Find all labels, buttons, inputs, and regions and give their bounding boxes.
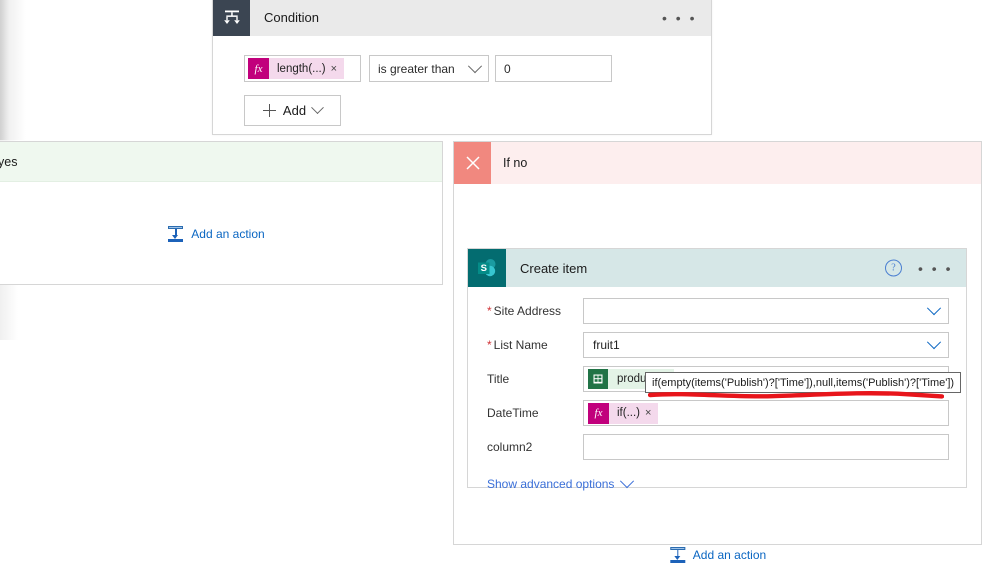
sharepoint-icon: S [468,249,506,287]
form-row-column2: column2 [477,434,949,460]
insert-step-icon [669,546,686,563]
svg-text:S: S [481,263,487,274]
chevron-down-icon [620,474,635,489]
condition-value-input[interactable]: 0 [495,55,612,82]
datetime-input[interactable]: fx if(...) × [583,400,949,426]
close-x-icon [454,142,491,184]
fx-icon: fx [588,402,609,424]
help-icon[interactable]: ? [885,259,903,277]
site-address-dropdown[interactable] [583,298,949,324]
create-item-header: S Create item ? • • • [468,249,966,287]
list-name-label: * List Name [487,338,548,352]
yes-branch-body: Add an action [0,182,442,285]
condition-expression-row: fx length(...) × is greater than 0 [244,55,711,82]
expression-tooltip: if(empty(items('Publish')?['Time']),null… [645,372,962,393]
create-item-ellipsis-icon[interactable]: • • • [918,261,953,275]
yes-branch-header: yes [0,142,442,182]
yes-add-an-action-button[interactable]: Add an action [167,225,265,242]
ifno-branch-header: If no [454,142,981,184]
yes-branch-label: yes [0,154,18,169]
datetime-label: DateTime [487,406,539,420]
insert-step-icon [167,225,184,242]
datetime-token[interactable]: fx if(...) × [588,402,659,424]
condition-operator-label: is greater than [378,61,455,76]
fx-icon: fx [248,58,269,79]
condition-add-label: Add [282,103,307,118]
ifno-branch-label: If no [503,156,528,170]
chevron-down-icon [467,58,483,73]
form-row-list-name: * List Name fruit1 [477,332,949,358]
condition-title: Condition [264,10,319,25]
condition-left-token-text: length(...) [277,62,326,75]
condition-card: Condition • • • fx length(...) × is grea… [212,0,712,135]
canvas-left-shadow [0,0,26,140]
ifno-branch-body: S Create item ? • • • * Site Address * L… [454,184,981,563]
site-address-label: * Site Address [487,304,562,318]
condition-ellipsis-icon[interactable]: • • • [662,11,697,25]
yes-add-an-action-label: Add an action [191,226,265,241]
ifno-add-an-action-label: Add an action [692,547,767,562]
ifno-add-an-action-button[interactable]: Add an action [669,546,766,563]
condition-add-button[interactable]: Add [244,95,341,126]
condition-operator-dropdown[interactable]: is greater than [369,55,489,82]
column2-label: column2 [487,440,533,454]
list-name-value: fruit1 [593,338,620,352]
chevron-down-icon [926,301,942,316]
close-icon[interactable]: × [331,63,344,75]
show-advanced-options-label: Show advanced options [487,477,615,491]
chevron-down-icon [311,101,324,115]
create-item-header-actions: ? • • • [885,259,953,277]
column2-input[interactable] [583,434,949,460]
ifno-branch-panel: If no S Create item ? • • • * Site Addre… [453,141,982,563]
chevron-down-icon [926,335,942,350]
condition-left-token[interactable]: fx length(...) × [248,58,345,79]
required-indicator: * [487,304,492,318]
condition-left-operand-field[interactable]: fx length(...) × [244,55,361,82]
condition-card-header: Condition • • • [213,0,711,36]
create-item-title: Create item [520,260,588,276]
form-row-datetime: DateTime fx if(...) × [477,400,949,426]
excel-icon [588,369,608,389]
yes-branch-panel: yes Add an action [0,141,443,285]
condition-card-body: fx length(...) × is greater than 0 Add [213,36,711,126]
condition-branch-icon [213,0,250,36]
plus-icon [262,104,276,117]
show-advanced-options-toggle[interactable]: Show advanced options [487,474,635,491]
title-label: Title [487,372,510,386]
close-icon[interactable]: × [645,407,658,419]
list-name-dropdown[interactable]: fruit1 [583,332,949,358]
form-row-site-address: * Site Address [477,298,949,324]
create-item-card: S Create item ? • • • * Site Address * L… [467,248,967,491]
required-indicator: * [487,338,492,352]
datetime-token-text: if(...) [617,407,640,419]
